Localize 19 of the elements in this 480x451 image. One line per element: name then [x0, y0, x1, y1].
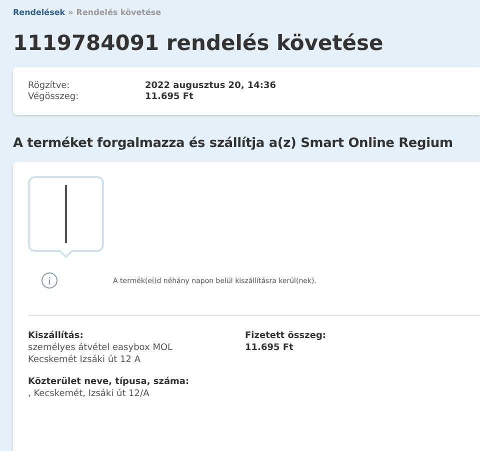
detail-label: Fizetett összeg:	[245, 330, 327, 342]
breadcrumb-separator: »	[68, 8, 74, 17]
seller-heading: A terméket forgalmazza és szállítja a(z) Smart Online Regium	[13, 136, 454, 151]
page-title: 1119784091 rendelés követése	[13, 31, 384, 55]
info-icon	[41, 272, 58, 289]
summary-value: 11.695 Ft	[145, 92, 194, 103]
product-picture-icon	[64, 185, 68, 243]
summary-label: Rögzítve:	[28, 81, 71, 92]
detail-value: 11.695 Ft	[245, 342, 294, 354]
breadcrumb-current: Rendelés követése	[76, 8, 162, 17]
detail-value: személyes átvétel easybox MOL	[28, 342, 174, 354]
detail-value: Kecskemét Izsáki út 12 A	[28, 354, 142, 366]
summary-value: 2022 augusztus 20, 14:36	[145, 81, 278, 92]
detail-label: Kiszállítás:	[28, 330, 84, 342]
detail-value: , Kecskemét, Izsáki út 12/A	[28, 388, 150, 400]
detail-label: Közterület neve, típusa, száma:	[28, 376, 190, 388]
summary-label: Végösszeg:	[28, 92, 80, 103]
product-thumbnail[interactable]	[28, 176, 104, 258]
breadcrumb-link[interactable]: Rendelések	[13, 8, 66, 17]
